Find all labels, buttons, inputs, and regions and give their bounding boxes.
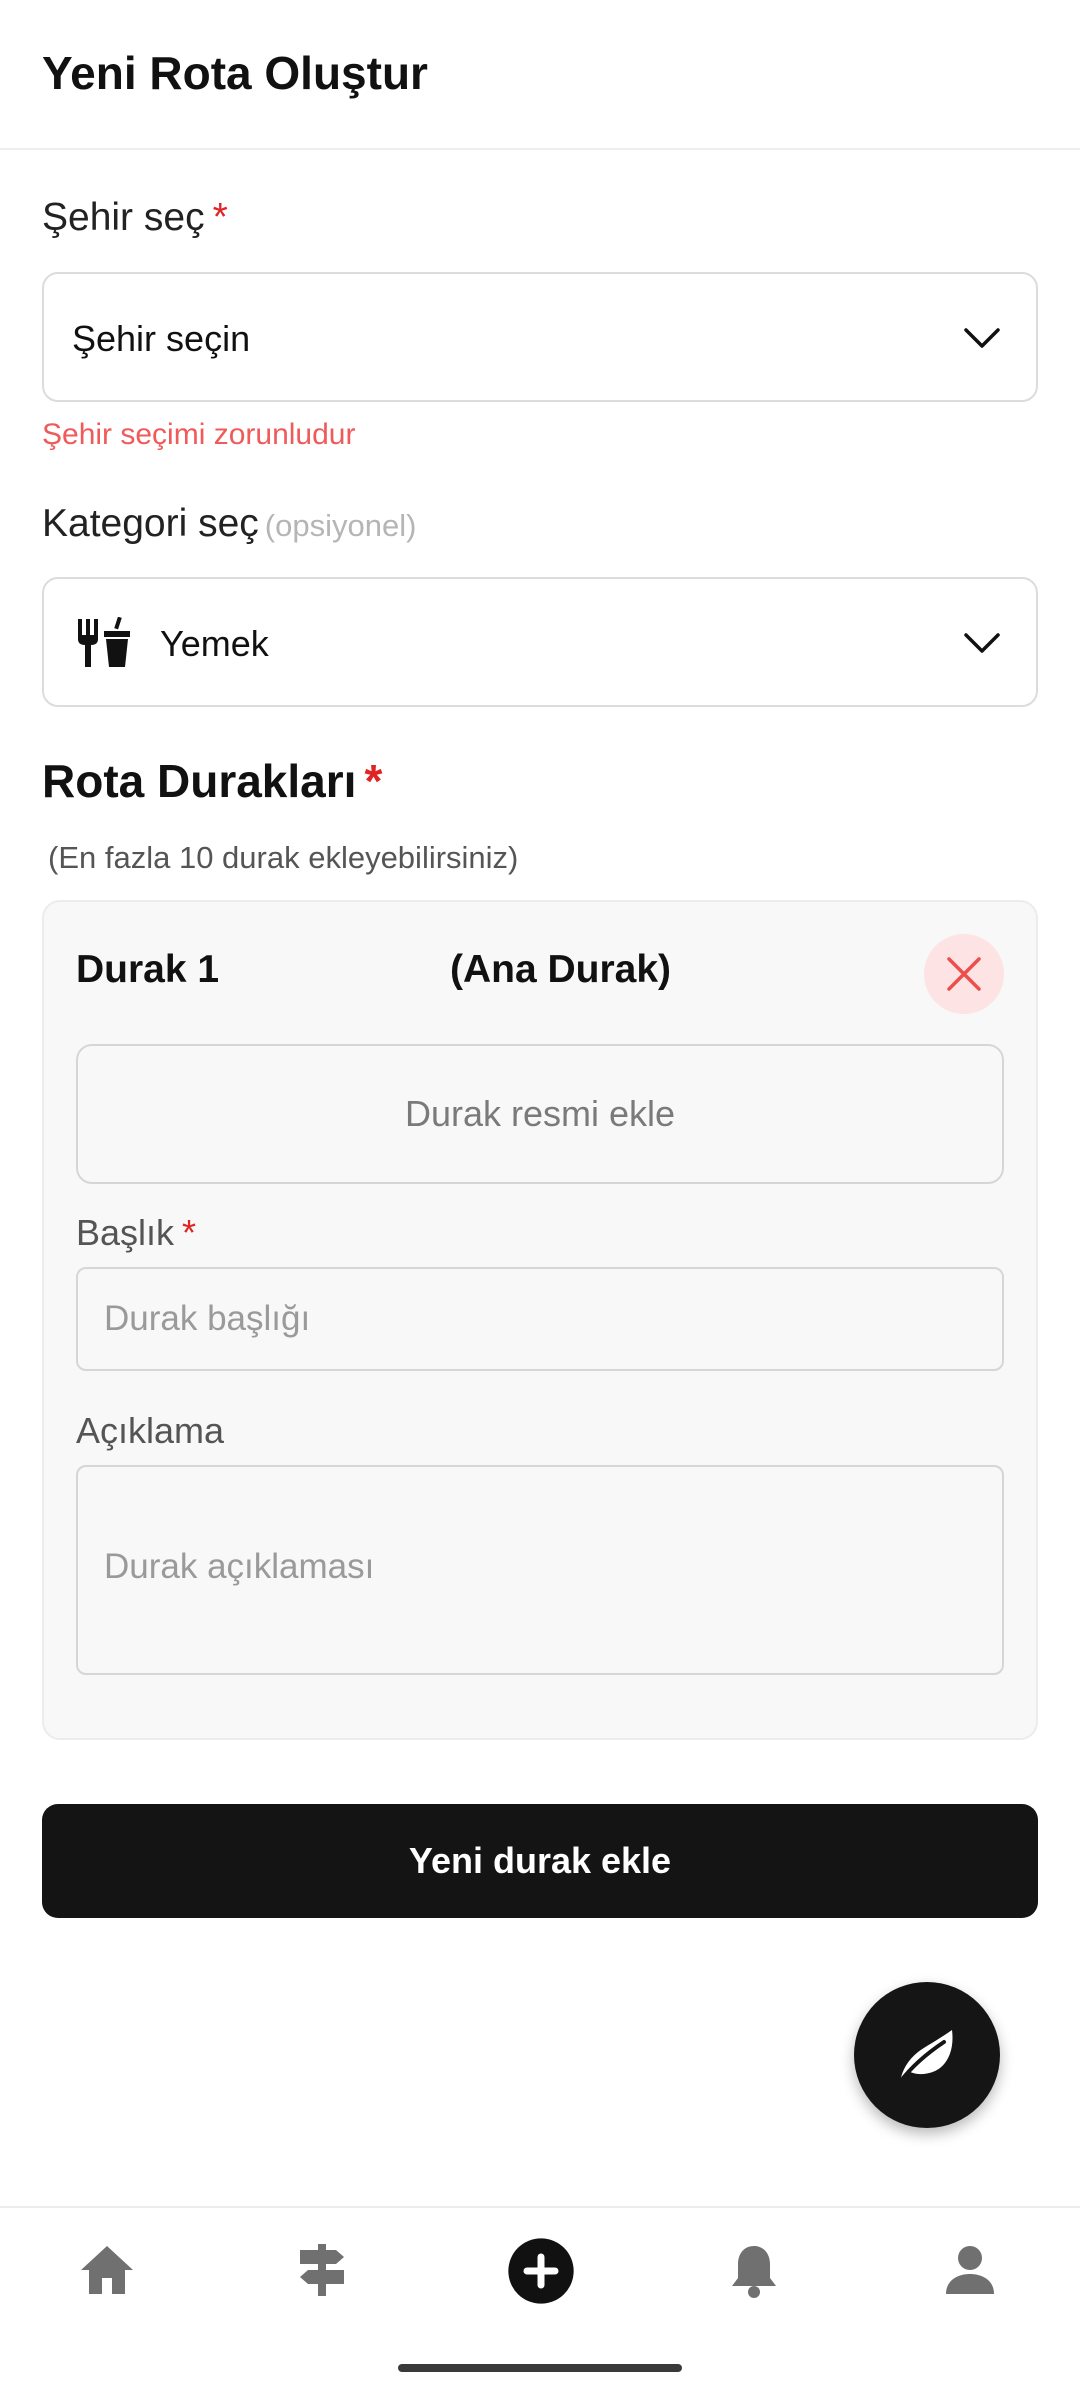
home-icon — [81, 2246, 133, 2294]
page-title: Yeni Rota Oluştur — [42, 47, 428, 99]
remove-stop-button[interactable] — [924, 934, 1004, 1014]
add-stop-button[interactable]: Yeni durak ekle — [42, 1804, 1038, 1918]
leaf-icon — [898, 2030, 953, 2084]
home-indicator — [398, 2364, 682, 2372]
stops-limit-hint: (En fazla 10 durak ekleyebilirsiniz) — [48, 840, 519, 875]
nav-routes[interactable] — [262, 2230, 382, 2306]
category-label-text: Kategori seç — [42, 502, 259, 545]
main-stop-label: (Ana Durak) — [450, 948, 672, 991]
required-mark: * — [364, 755, 383, 807]
city-select[interactable]: Şehir seçin — [42, 272, 1038, 402]
city-label-text: Şehir seç — [42, 196, 205, 239]
required-mark: * — [212, 196, 228, 239]
stop-description-input[interactable] — [76, 1465, 1004, 1675]
fork-and-drink-icon — [78, 617, 130, 667]
stop-title-label-text: Başlık — [76, 1212, 175, 1253]
bell-icon — [732, 2246, 776, 2298]
nav-home[interactable] — [47, 2230, 167, 2306]
add-stop-image-button[interactable]: Durak resmi ekle — [76, 1044, 1004, 1184]
nav-profile[interactable] — [910, 2230, 1030, 2306]
plus-circle-icon — [508, 2238, 574, 2304]
chevron-down-icon — [964, 633, 1000, 653]
stop-title-label: Başlık * — [76, 1212, 196, 1254]
stops-section-title-text: Rota Durakları — [42, 755, 357, 807]
required-mark: * — [182, 1212, 197, 1253]
nav-create[interactable] — [480, 2230, 600, 2306]
stop-title: Durak 1 — [76, 948, 220, 991]
category-select-value: Yemek — [160, 623, 269, 664]
category-select[interactable]: Yemek — [42, 577, 1038, 707]
person-icon — [946, 2246, 994, 2294]
nav-notifications[interactable] — [694, 2230, 814, 2306]
chevron-down-icon — [964, 328, 1000, 348]
city-error-message: Şehir seçimi zorunludur — [42, 418, 356, 451]
city-select-value: Şehir seçin — [72, 318, 251, 359]
stops-section-title: Rota Durakları * — [42, 754, 382, 808]
stop-description-label: Açıklama — [76, 1410, 225, 1451]
leaf-fab-button[interactable] — [854, 1982, 1000, 2128]
city-label: Şehir seç * — [42, 196, 228, 240]
category-label: Kategori seç (opsiyonel) — [42, 502, 416, 546]
stop-title-input[interactable] — [76, 1267, 1004, 1371]
close-icon — [947, 957, 981, 991]
optional-note: (opsiyonel) — [264, 508, 417, 543]
signpost-icon — [300, 2244, 344, 2296]
app-header: Yeni Rota Oluştur — [0, 0, 1080, 150]
